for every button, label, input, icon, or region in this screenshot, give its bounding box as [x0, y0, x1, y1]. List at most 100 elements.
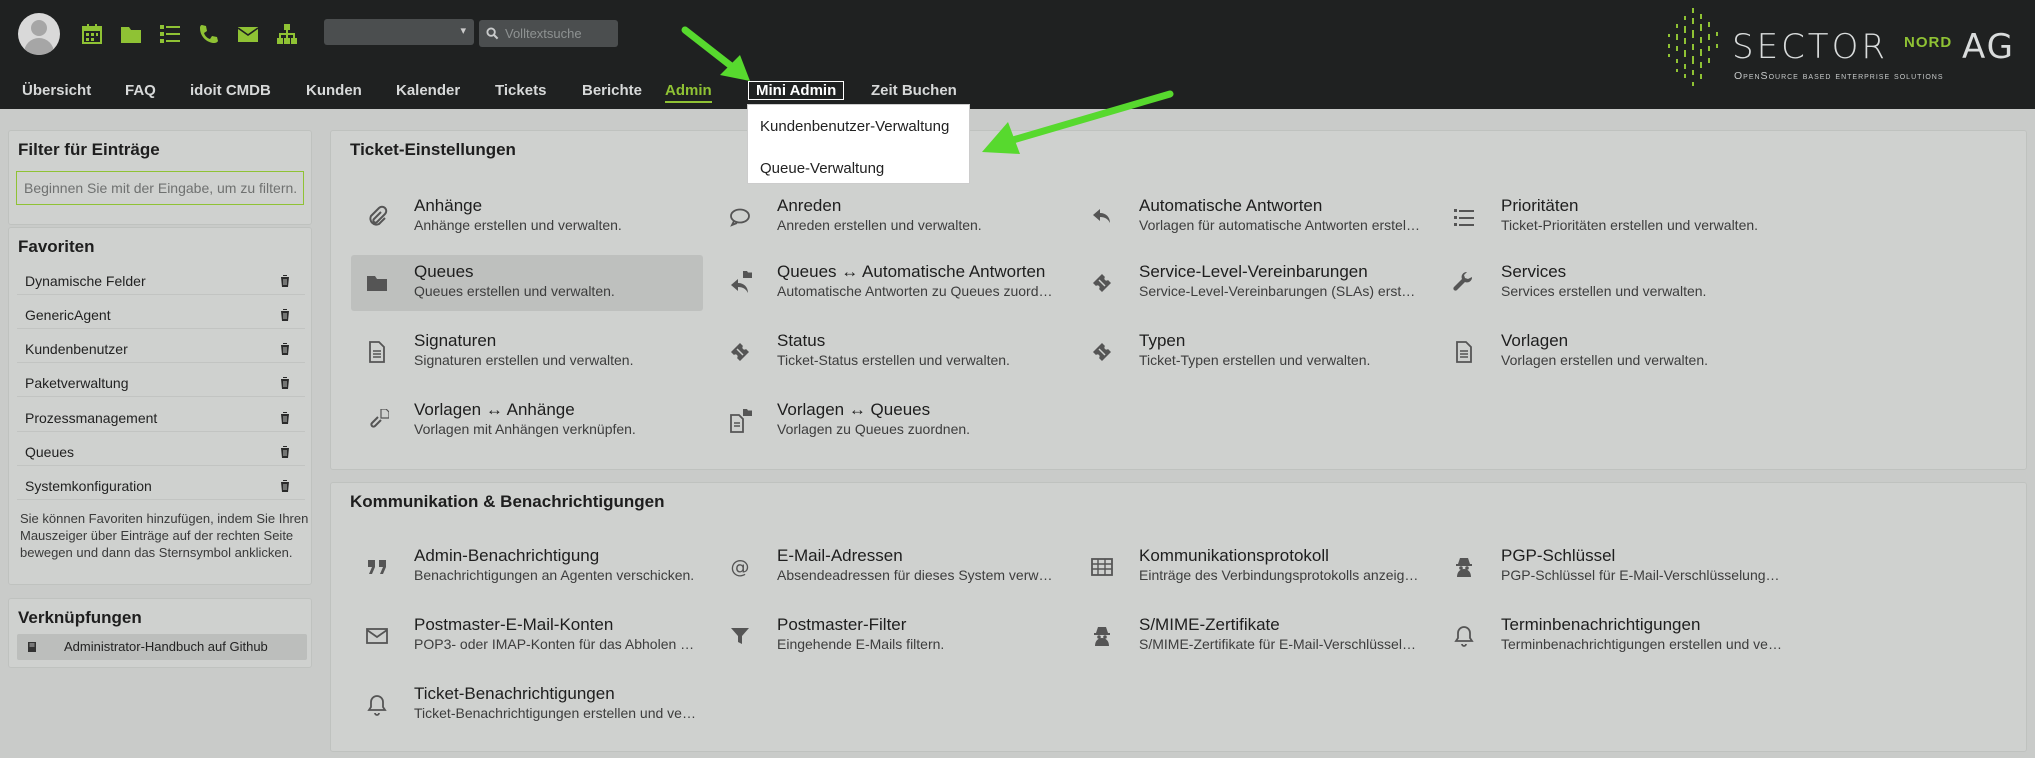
document-folder-icon	[728, 409, 752, 433]
queue-select[interactable]: ▾	[324, 19, 474, 45]
nav-kunden[interactable]: Kunden	[306, 82, 362, 99]
admin-item-email-adressen[interactable]: @ E-Mail-Adressen Absendeadressen für di…	[714, 539, 1066, 595]
calendar-icon[interactable]	[80, 22, 104, 46]
svg-text:@: @	[731, 556, 750, 578]
company-logo[interactable]: SECTOR NORD AG OpenSource based enterpri…	[1660, 0, 2035, 100]
nav-faq[interactable]: FAQ	[125, 82, 156, 99]
sitemap-icon[interactable]	[275, 22, 299, 46]
trash-icon[interactable]	[279, 445, 291, 458]
item-desc: Einträge des Verbindungsprotokolls anzei…	[1139, 567, 1421, 583]
bell-icon	[365, 693, 389, 717]
item-desc: Ticket-Status erstellen und verwalten.	[777, 352, 1010, 368]
favorite-label: Paketverwaltung	[25, 375, 129, 391]
nav-kalender[interactable]: Kalender	[396, 82, 460, 99]
admin-item-queues[interactable]: Queues Queues erstellen und verwalten.	[351, 255, 703, 311]
admin-item-admin-benachrichtigung[interactable]: Admin-Benachrichtigung Benachrichtigunge…	[351, 539, 703, 595]
list-icon[interactable]	[158, 22, 182, 46]
ticket-settings-panel: Ticket-Einstellungen Anhänge Anhänge ers…	[330, 130, 2027, 470]
dropdown-item-queue[interactable]: Queue-Verwaltung	[760, 160, 884, 177]
search-input[interactable]: Volltextsuche	[479, 20, 618, 47]
favorite-item[interactable]: Queues	[17, 437, 305, 466]
admin-item-anhaenge[interactable]: Anhänge Anhänge erstellen und verwalten.	[351, 189, 703, 245]
trash-icon[interactable]	[279, 411, 291, 424]
book-icon	[28, 642, 36, 652]
favorite-item[interactable]: Systemkonfiguration	[17, 471, 305, 500]
quote-icon	[365, 555, 389, 579]
item-desc: Ticket-Benachrichtigungen erstellen und …	[414, 705, 696, 721]
favorite-item[interactable]: GenericAgent	[17, 300, 305, 329]
nav-admin[interactable]: Admin	[665, 82, 712, 103]
nav-zeit-buchen[interactable]: Zeit Buchen	[871, 82, 957, 99]
item-title: Postmaster-E-Mail-Konten	[414, 615, 614, 634]
logo-bars-graphic	[1668, 8, 1718, 86]
communication-panel: Kommunikation & Benachrichtigungen Admin…	[330, 482, 2027, 752]
item-title: Anreden	[777, 196, 842, 215]
user-avatar[interactable]	[18, 13, 60, 55]
favorite-label: Systemkonfiguration	[25, 478, 152, 494]
admin-item-ticket-benachrichtigungen[interactable]: Ticket-Benachrichtigungen Ticket-Benachr…	[351, 677, 703, 733]
links-title: Verknüpfungen	[18, 608, 142, 627]
admin-item-sla[interactable]: Service-Level-Vereinbarungen Service-Lev…	[1076, 255, 1428, 311]
item-title: PGP-Schlüssel	[1501, 546, 1616, 565]
item-title: Service-Level-Vereinbarungen	[1139, 262, 1368, 281]
trash-icon[interactable]	[279, 479, 291, 492]
favorites-hint: Sie können Favoriten hinzufügen, indem S…	[20, 511, 309, 560]
favorite-item[interactable]: Dynamische Felder	[17, 266, 305, 295]
nav-uebersicht[interactable]: Übersicht	[22, 82, 91, 99]
ticket-icon	[1090, 271, 1114, 295]
dropdown-item-kundenbenutzer[interactable]: Kundenbenutzer-Verwaltung	[760, 118, 949, 135]
admin-item-postmaster-konten[interactable]: Postmaster-E-Mail-Konten POP3- oder IMAP…	[351, 608, 703, 664]
link-label: Administrator-Handbuch auf Github	[64, 639, 268, 654]
admin-item-vorlagen-anhaenge[interactable]: Vorlagen ↔ Anhänge Vorlagen mit Anhängen…	[351, 393, 703, 449]
admin-item-typen[interactable]: Typen Ticket-Typen erstellen und verwalt…	[1076, 324, 1428, 380]
favorite-item[interactable]: Prozessmanagement	[17, 403, 305, 432]
favorite-item[interactable]: Paketverwaltung	[17, 368, 305, 397]
nav-tickets[interactable]: Tickets	[495, 82, 546, 99]
table-icon	[1090, 555, 1114, 579]
trash-icon[interactable]	[279, 308, 291, 321]
admin-item-signaturen[interactable]: Signaturen Signaturen erstellen und verw…	[351, 324, 703, 380]
folder-icon[interactable]	[119, 22, 143, 46]
envelope-icon[interactable]	[236, 22, 260, 46]
favorite-item[interactable]: Kundenbenutzer	[17, 334, 305, 363]
item-desc: Ticket-Typen erstellen und verwalten.	[1139, 352, 1371, 368]
admin-item-kommunikationsprotokoll[interactable]: Kommunikationsprotokoll Einträge des Ver…	[1076, 539, 1428, 595]
nav-mini-admin[interactable]: Mini Admin	[748, 81, 845, 100]
item-title: Services	[1501, 262, 1567, 281]
communication-title: Kommunikation & Benachrichtigungen	[350, 492, 665, 511]
admin-item-status[interactable]: Status Ticket-Status erstellen und verwa…	[714, 324, 1066, 380]
admin-item-pgp-schluessel[interactable]: PGP-Schlüssel PGP-Schlüssel für E-Mail-V…	[1438, 539, 1790, 595]
admin-item-prioritaeten[interactable]: Prioritäten Ticket-Prioritäten erstellen…	[1438, 189, 1790, 245]
item-desc: Automatische Antworten zu Queues zuordne…	[777, 283, 1059, 299]
item-desc: Benachrichtigungen an Agenten verschicke…	[414, 567, 695, 583]
favorites-title: Favoriten	[18, 237, 95, 256]
folder-icon	[365, 271, 389, 295]
link-admin-handbook[interactable]: Administrator-Handbuch auf Github	[17, 634, 307, 660]
admin-item-vorlagen-queues[interactable]: Vorlagen ↔ Queues Vorlagen zu Queues zuo…	[714, 393, 1066, 449]
logo-tagline: OpenSource based enterprise solutions	[1734, 70, 1944, 82]
admin-item-vorlagen[interactable]: Vorlagen Vorlagen erstellen und verwalte…	[1438, 324, 1790, 380]
nav-idoit-cmdb[interactable]: idoit CMDB	[190, 82, 271, 99]
phone-icon[interactable]	[197, 22, 221, 46]
trash-icon[interactable]	[279, 376, 291, 389]
admin-item-postmaster-filter[interactable]: Postmaster-Filter Eingehende E-Mails fil…	[714, 608, 1066, 664]
admin-item-smime[interactable]: S/MIME-Zertifikate S/MIME-Zertifikate fü…	[1076, 608, 1428, 664]
item-desc: PGP-Schlüssel für E-Mail-Verschlüsselung…	[1501, 567, 1783, 583]
trash-icon[interactable]	[279, 274, 291, 287]
admin-item-anreden[interactable]: Anreden Anreden erstellen und verwalten.	[714, 189, 1066, 245]
paperclip-document-icon	[365, 408, 390, 433]
document-icon	[1452, 340, 1476, 364]
logo-word: SECTOR	[1732, 27, 1888, 67]
nav-berichte[interactable]: Berichte	[582, 82, 642, 99]
admin-item-services[interactable]: Services Services erstellen und verwalte…	[1438, 255, 1790, 311]
trash-icon[interactable]	[279, 342, 291, 355]
item-title: Vorlagen	[1501, 331, 1569, 350]
admin-item-terminbenachrichtigungen[interactable]: Terminbenachrichtigungen Terminbenachric…	[1438, 608, 1790, 664]
admin-item-queues-auto-responses[interactable]: Queues ↔ Automatische Antworten Automati…	[714, 255, 1066, 311]
item-title: Vorlagen ↔ Queues	[777, 400, 931, 419]
item-desc: Queues erstellen und verwalten.	[414, 283, 615, 299]
item-desc: Vorlagen erstellen und verwalten.	[1501, 352, 1709, 368]
at-icon: @	[728, 555, 752, 579]
filter-input[interactable]: Beginnen Sie mit der Eingabe, um zu filt…	[16, 171, 304, 205]
admin-item-automatische-antworten[interactable]: Automatische Antworten Vorlagen für auto…	[1076, 189, 1428, 245]
